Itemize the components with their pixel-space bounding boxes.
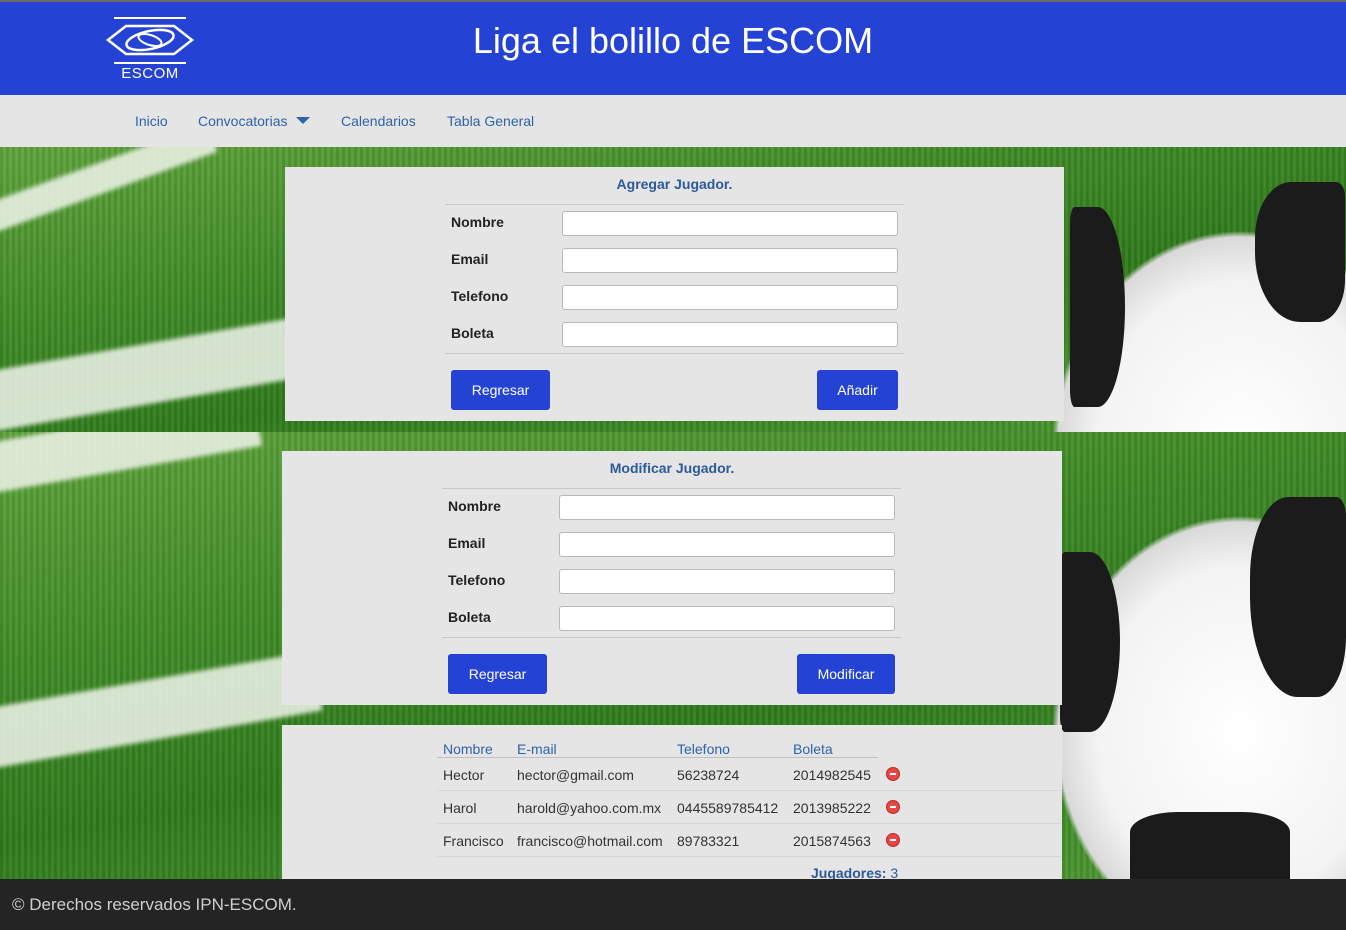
row-divider <box>437 790 1061 791</box>
nav-item-calendarios[interactable]: Calendarios <box>341 113 416 129</box>
field-line <box>0 432 263 498</box>
boleta-input[interactable] <box>559 606 895 631</box>
add-player-title: Agregar Jugador. <box>616 176 733 192</box>
cell-email: hector@gmail.com <box>517 767 634 783</box>
players-count: Jugadores: 3 <box>811 865 898 879</box>
email-input[interactable] <box>562 248 898 273</box>
nav-item-inicio[interactable]: Inicio <box>135 113 168 129</box>
remove-circle-icon[interactable] <box>886 767 900 781</box>
cell-email: harold@yahoo.com.mx <box>517 800 662 816</box>
label-boleta: Boleta <box>448 609 491 625</box>
nombre-input[interactable] <box>562 211 898 236</box>
remove-circle-icon[interactable] <box>886 833 900 847</box>
ball-patch <box>1130 812 1290 879</box>
field-line <box>0 651 323 773</box>
divider <box>445 204 904 205</box>
nav-item-label: Convocatorias <box>198 113 288 129</box>
edit-player-panel: Modificar Jugador. Nombre Email Telefono… <box>282 451 1062 705</box>
add-button[interactable]: Añadir <box>817 370 898 410</box>
divider <box>445 353 904 354</box>
site-header: ESCOM Liga el bolillo de ESCOM <box>0 2 1346 95</box>
label-email: Email <box>451 251 489 267</box>
caret-down-icon <box>295 117 310 124</box>
players-count-label: Jugadores: <box>811 865 887 879</box>
row-divider <box>437 823 1061 824</box>
nav-item-tabla-general[interactable]: Tabla General <box>447 113 534 129</box>
cell-nombre: Harol <box>443 800 477 816</box>
nav-item-convocatorias[interactable]: Convocatorias <box>198 113 310 129</box>
header-boleta: Boleta <box>793 741 833 757</box>
field-line <box>0 317 303 432</box>
label-telefono: Telefono <box>448 572 506 588</box>
nombre-input[interactable] <box>559 495 895 520</box>
label-nombre: Nombre <box>451 214 504 230</box>
cell-email: francisco@hotmail.com <box>517 833 663 849</box>
cell-telefono: 56238724 <box>677 767 740 783</box>
email-input[interactable] <box>559 532 895 557</box>
ball-patch <box>1060 552 1120 732</box>
cell-nombre: Hector <box>443 767 485 783</box>
logo-text: ESCOM <box>121 65 179 82</box>
field-line <box>0 147 218 241</box>
cell-telefono: 89783321 <box>677 833 740 849</box>
cell-boleta: 2014982545 <box>793 767 871 783</box>
ball-patch <box>1255 182 1345 322</box>
ball-patch <box>1250 497 1346 697</box>
divider <box>442 637 901 638</box>
label-nombre: Nombre <box>448 498 501 514</box>
modify-button[interactable]: Modificar <box>797 654 895 694</box>
cell-telefono: 0445589785412 <box>677 800 779 816</box>
row-divider <box>437 856 1061 857</box>
divider <box>442 488 901 489</box>
main-nav: Inicio Convocatorias Calendarios Tabla G… <box>0 95 1346 147</box>
header-telefono: Telefono <box>677 741 730 757</box>
label-telefono: Telefono <box>451 288 509 304</box>
cell-nombre: Francisco <box>443 833 504 849</box>
footer: © Derechos reservados IPN-ESCOM. <box>0 879 1346 930</box>
edit-player-title: Modificar Jugador. <box>609 460 735 476</box>
header-email: E-mail <box>517 741 557 757</box>
cell-boleta: 2015874563 <box>793 833 871 849</box>
cell-boleta: 2013985222 <box>793 800 871 816</box>
back-button[interactable]: Regresar <box>448 654 547 694</box>
footer-text: © Derechos reservados IPN-ESCOM. <box>12 895 297 914</box>
divider <box>437 757 878 758</box>
ball-patch <box>1070 207 1125 407</box>
boleta-input[interactable] <box>562 322 898 347</box>
add-player-panel: Agregar Jugador. Nombre Email Telefono B… <box>285 167 1064 421</box>
label-boleta: Boleta <box>451 325 494 341</box>
telefono-input[interactable] <box>562 285 898 310</box>
remove-circle-icon[interactable] <box>886 800 900 814</box>
back-button[interactable]: Regresar <box>451 370 550 410</box>
header-nombre: Nombre <box>443 741 493 757</box>
players-count-value: 3 <box>890 865 899 879</box>
page-title: Liga el bolillo de ESCOM <box>472 20 874 61</box>
telefono-input[interactable] <box>559 569 895 594</box>
label-email: Email <box>448 535 486 551</box>
players-table-panel: Nombre E-mail Telefono Boleta Hector hec… <box>282 725 1062 879</box>
